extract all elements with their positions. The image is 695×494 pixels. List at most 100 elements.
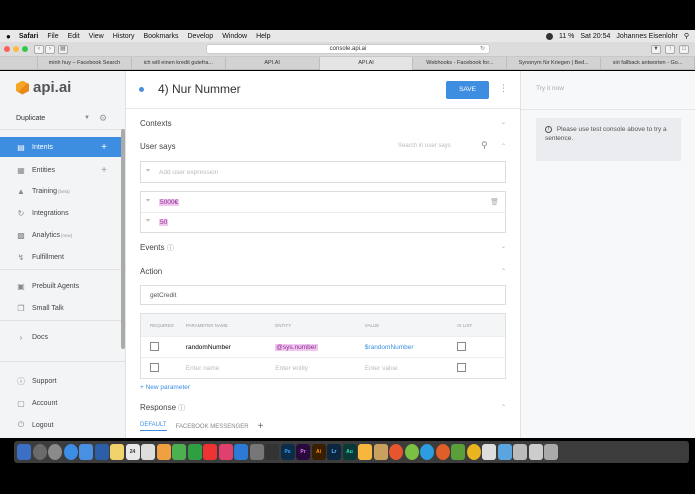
sidebar-item-account[interactable]: ▢ Account <box>0 393 121 413</box>
spotify-icon[interactable] <box>404 444 419 460</box>
trash-icon[interactable]: 🗑 <box>490 198 499 206</box>
tab-apiai-1[interactable]: API.AI <box>226 56 320 70</box>
user-says-section-title[interactable]: User says <box>140 142 176 151</box>
window-icon[interactable] <box>528 444 543 460</box>
photoshop-icon[interactable]: Ps <box>280 444 295 460</box>
menu-window[interactable]: Window <box>222 33 247 40</box>
safari-icon[interactable] <box>63 444 78 460</box>
search-icon[interactable]: ⚲ <box>481 140 488 151</box>
logo[interactable]: api.ai <box>16 79 71 96</box>
list-item[interactable]: ” 5000€ 🗑 <box>141 192 505 212</box>
param-value-input[interactable]: Enter value <box>365 365 457 372</box>
calendar-icon[interactable]: 24 <box>125 444 140 460</box>
user-name[interactable]: Johannes Eisenlohr <box>616 33 678 40</box>
apple-icon[interactable]: ● <box>6 32 11 41</box>
system-preferences-icon[interactable] <box>249 444 264 460</box>
contacts-icon[interactable] <box>94 444 109 460</box>
list-item[interactable]: ” 50 <box>141 212 505 232</box>
expression-text[interactable]: 5000€ <box>159 198 180 206</box>
tabs-button[interactable]: □ <box>679 45 689 54</box>
chevron-down-icon[interactable]: ⌄ <box>501 243 506 250</box>
more-vertical-icon[interactable]: ⋮ <box>499 83 508 94</box>
chrome-icon[interactable] <box>466 444 481 460</box>
menu-safari[interactable]: Safari <box>19 33 38 40</box>
tab-siri-fallback[interactable]: siri fallback antworten - Go... <box>601 56 695 70</box>
spotlight-icon[interactable]: ⚲ <box>684 32 689 40</box>
scripteditor-icon[interactable] <box>373 444 388 460</box>
sidebar-item-support[interactable]: ⓘ Support <box>0 371 121 391</box>
param-name-input[interactable]: randomNumber <box>186 344 276 351</box>
menu-edit[interactable]: Edit <box>68 33 80 40</box>
clock[interactable]: Sat 20:54 <box>580 33 610 40</box>
premiere-icon[interactable]: Pr <box>296 444 310 460</box>
expression-text[interactable]: 50 <box>159 219 169 226</box>
sidebar-item-integrations[interactable]: ↻ Integrations <box>0 203 121 223</box>
tab-default[interactable]: DEFAULT <box>140 422 167 431</box>
sidebar-item-entities[interactable]: ▦ Entities + <box>0 160 121 180</box>
help-icon[interactable]: ⓘ <box>178 405 185 412</box>
notes-icon[interactable] <box>110 444 124 460</box>
chevron-down-icon[interactable]: ⌄ <box>501 119 506 126</box>
save-button[interactable]: SAVE <box>446 81 489 99</box>
add-intent-icon[interactable]: + <box>101 142 107 153</box>
tab-webhooks[interactable]: Webhooks - Facebook for... <box>413 56 508 70</box>
menu-help[interactable]: Help <box>256 33 270 40</box>
documents-folder-icon[interactable] <box>513 444 527 460</box>
param-value-input[interactable]: $randomNumber <box>365 344 457 351</box>
required-checkbox[interactable] <box>150 362 159 372</box>
keynote-icon[interactable] <box>358 444 372 460</box>
zoom-window-icon[interactable] <box>22 46 28 52</box>
param-name-input[interactable]: Enter name <box>186 365 276 372</box>
param-entity-input[interactable]: Enter entity <box>275 365 365 372</box>
tab-apiai-active[interactable]: API.AI <box>319 56 414 70</box>
telegram-icon[interactable] <box>420 444 434 460</box>
reload-icon[interactable]: ↻ <box>480 45 485 54</box>
sidebar-item-analytics[interactable]: ▩ Analytics (new) <box>0 225 121 245</box>
trash-icon[interactable] <box>544 444 558 460</box>
back-button[interactable]: ‹ <box>34 44 44 54</box>
close-window-icon[interactable] <box>4 46 10 52</box>
menu-file[interactable]: File <box>47 33 58 40</box>
sidebar-item-prebuilt-agents[interactable]: ▣ Prebuilt Agents <box>0 276 121 296</box>
itunes-icon[interactable] <box>203 444 217 460</box>
mail-icon[interactable] <box>79 444 93 460</box>
sidebar-item-logout[interactable]: ⏻ Logout <box>0 415 121 435</box>
user-says-search-input[interactable]: Search in user says <box>398 143 451 149</box>
sidebar-item-docs[interactable]: › Docs <box>0 327 121 347</box>
photos-icon[interactable] <box>156 444 171 460</box>
sidebar-item-training[interactable]: ▲ Training (beta) <box>0 181 121 201</box>
caret-down-icon[interactable]: ▼ <box>84 115 90 121</box>
finder-icon[interactable] <box>17 444 31 460</box>
tab-gutefrage[interactable]: ich will einen kredit gutefra... <box>132 56 226 70</box>
illustrator-icon[interactable]: Ai <box>311 444 326 460</box>
tab-synonym[interactable]: Synonym für Kriegen | Bed... <box>507 56 602 70</box>
chevron-up-icon[interactable]: ⌃ <box>501 268 506 275</box>
agent-selector[interactable]: Duplicate <box>16 115 45 122</box>
help-icon[interactable]: ⓘ <box>167 245 174 252</box>
action-input[interactable]: getCredit <box>140 285 506 305</box>
share-button[interactable]: ↑ <box>665 45 675 54</box>
activity-monitor-icon[interactable] <box>451 444 465 460</box>
response-section-title[interactable]: Response ⓘ <box>140 403 185 413</box>
add-platform-icon[interactable]: + <box>258 421 264 432</box>
chevron-up-icon[interactable]: ⌃ <box>501 404 506 411</box>
terminal-icon[interactable] <box>265 444 279 460</box>
sidebar-item-intents[interactable]: ▤ Intents + <box>0 137 121 157</box>
messages-icon[interactable] <box>172 444 186 460</box>
ibooks-icon[interactable] <box>218 444 233 460</box>
reminders-icon[interactable] <box>141 444 155 460</box>
vlc-icon[interactable] <box>389 444 403 460</box>
menu-view[interactable]: View <box>89 33 104 40</box>
audition-icon[interactable]: Au <box>342 444 357 460</box>
tab-facebook-search[interactable]: minh huy – Facebook Search <box>38 56 132 70</box>
contexts-section-title[interactable]: Contexts <box>140 119 172 128</box>
forward-button[interactable]: › <box>45 44 55 54</box>
menu-develop[interactable]: Develop <box>188 33 214 40</box>
add-expression-box[interactable]: ” Add user expression <box>140 161 506 183</box>
priority-dot-icon[interactable] <box>139 87 144 92</box>
address-bar[interactable]: console.api.ai ↻ <box>206 44 490 54</box>
param-entity-input[interactable]: @sys.number <box>275 343 318 351</box>
pinned-tabs[interactable] <box>0 56 38 70</box>
is-list-checkbox[interactable] <box>457 341 467 351</box>
sidebar-toggle-button[interactable]: ▤ <box>58 44 68 54</box>
